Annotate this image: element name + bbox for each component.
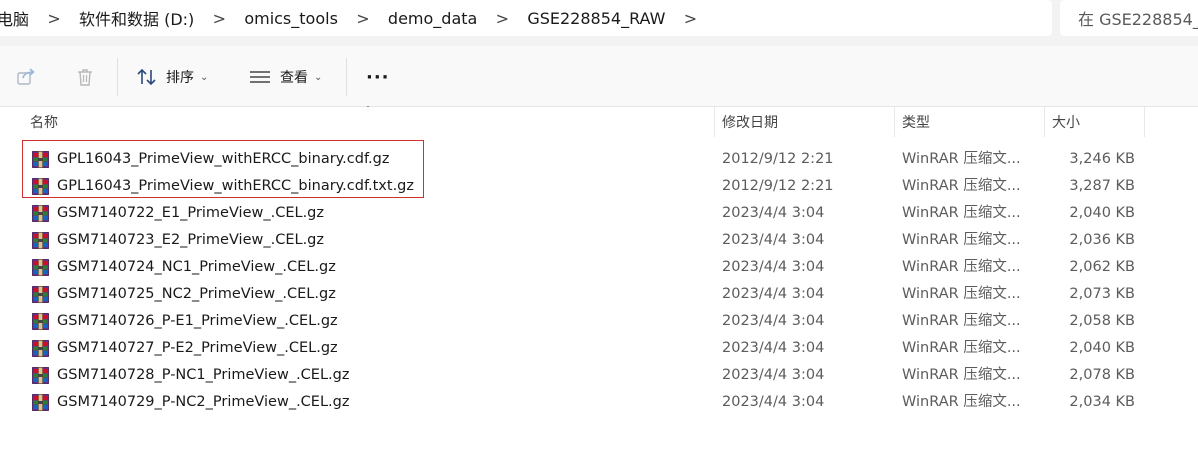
file-list: GPL16043_PrimeView_withERCC_binary.cdf.g…	[0, 146, 1198, 416]
winrar-archive-icon	[32, 151, 49, 168]
view-icon	[249, 69, 271, 85]
file-row[interactable]: GPL16043_PrimeView_withERCC_binary.cdf.g…	[0, 146, 1198, 173]
sort-icon	[136, 67, 158, 87]
file-row[interactable]: GSM7140724_NC1_PrimeView_.CEL.gz 2023/4/4…	[0, 254, 1198, 281]
file-size: 2,058 KB	[1069, 313, 1135, 329]
column-header-size[interactable]: 大小	[1052, 107, 1144, 137]
file-type: WinRAR 压缩文...	[902, 394, 1021, 410]
column-header-type[interactable]: 类型	[902, 107, 1044, 137]
file-name: GPL16043_PrimeView_withERCC_binary.cdf.t…	[57, 178, 414, 194]
file-size: 2,036 KB	[1069, 232, 1135, 248]
file-name: GSM7140727_P-E2_PrimeView_.CEL.gz	[57, 340, 338, 356]
file-size: 2,040 KB	[1069, 340, 1135, 356]
winrar-archive-icon	[32, 259, 49, 276]
file-name: GSM7140725_NC2_PrimeView_.CEL.gz	[57, 286, 336, 302]
winrar-archive-icon	[32, 367, 49, 384]
view-button[interactable]: 查看 ⌄	[249, 64, 322, 90]
chevron-right-icon[interactable]: >	[477, 9, 527, 28]
winrar-archive-icon	[32, 205, 49, 222]
file-size: 2,078 KB	[1069, 367, 1135, 383]
toolbar-divider	[117, 58, 118, 96]
share-icon[interactable]	[15, 66, 37, 88]
file-row[interactable]: GSM7140727_P-E2_PrimeView_.CEL.gz 2023/4/…	[0, 335, 1198, 362]
file-date: 2023/4/4 3:04	[722, 394, 825, 410]
file-row[interactable]: GSM7140729_P-NC2_PrimeView_.CEL.gz 2023/4…	[0, 389, 1198, 416]
winrar-archive-icon	[32, 286, 49, 303]
file-size: 3,246 KB	[1069, 151, 1135, 167]
sort-button[interactable]: 排序 ⌄	[136, 64, 208, 90]
file-date: 2023/4/4 3:04	[722, 205, 825, 221]
breadcrumb-item[interactable]: omics_tools	[244, 9, 338, 28]
toolbar-divider	[346, 58, 347, 96]
file-row[interactable]: GSM7140728_P-NC1_PrimeView_.CEL.gz 2023/4…	[0, 362, 1198, 389]
command-bar: 排序 ⌄ 查看 ⌄ ···	[0, 46, 1198, 107]
file-date: 2023/4/4 3:04	[722, 340, 825, 356]
file-size: 3,287 KB	[1069, 178, 1135, 194]
file-row[interactable]: GSM7140722_E1_PrimeView_.CEL.gz 2023/4/4 …	[0, 200, 1198, 227]
column-divider[interactable]	[714, 107, 715, 137]
column-divider[interactable]	[894, 107, 895, 137]
file-size: 2,034 KB	[1069, 394, 1135, 410]
breadcrumb-item[interactable]: demo_data	[388, 9, 477, 28]
column-header-name[interactable]: 名称	[30, 107, 714, 137]
search-placeholder: 在 GSE228854_RAW 中搜索	[1078, 10, 1198, 29]
file-name: GSM7140728_P-NC1_PrimeView_.CEL.gz	[57, 367, 350, 383]
chevron-right-icon[interactable]: >	[194, 9, 244, 28]
file-name: GSM7140722_E1_PrimeView_.CEL.gz	[57, 205, 324, 221]
column-divider[interactable]	[1044, 107, 1045, 137]
file-type: WinRAR 压缩文...	[902, 151, 1021, 167]
search-input[interactable]: 在 GSE228854_RAW 中搜索	[1060, 0, 1198, 36]
breadcrumb-item[interactable]: 软件和数据 (D:)	[79, 6, 194, 30]
file-date: 2023/4/4 3:04	[722, 259, 825, 275]
file-name: GSM7140726_P-E1_PrimeView_.CEL.gz	[57, 313, 338, 329]
chevron-right-icon[interactable]: >	[338, 9, 388, 28]
file-size: 2,073 KB	[1069, 286, 1135, 302]
sort-label: 排序	[166, 70, 194, 86]
column-header-date[interactable]: 修改日期	[722, 107, 894, 137]
winrar-archive-icon	[32, 232, 49, 249]
file-row[interactable]: GSM7140726_P-E1_PrimeView_.CEL.gz 2023/4/…	[0, 308, 1198, 335]
file-row[interactable]: GSM7140725_NC2_PrimeView_.CEL.gz 2023/4/4…	[0, 281, 1198, 308]
file-size: 2,040 KB	[1069, 205, 1135, 221]
file-type: WinRAR 压缩文...	[902, 232, 1021, 248]
file-type: WinRAR 压缩文...	[902, 340, 1021, 356]
winrar-archive-icon	[32, 340, 49, 357]
trash-icon[interactable]	[74, 66, 96, 88]
file-date: 2012/9/12 2:21	[722, 178, 834, 194]
winrar-archive-icon	[32, 178, 49, 195]
file-type: WinRAR 压缩文...	[902, 205, 1021, 221]
breadcrumb-item[interactable]: 电脑	[0, 6, 29, 30]
view-label: 查看	[280, 70, 308, 86]
file-date: 2012/9/12 2:21	[722, 151, 834, 167]
file-type: WinRAR 压缩文...	[902, 367, 1021, 383]
file-name: GSM7140723_E2_PrimeView_.CEL.gz	[57, 232, 324, 248]
file-date: 2023/4/4 3:04	[722, 232, 825, 248]
breadcrumb-item[interactable]: GSE228854_RAW	[527, 9, 665, 28]
breadcrumb[interactable]: 电脑 > 软件和数据 (D:) > omics_tools > demo_data > GSE2…	[0, 0, 1052, 36]
chevron-down-icon: ⌄	[314, 71, 323, 83]
column-header-row: 名称 修改日期 类型 大小	[0, 107, 1198, 137]
more-icon: ···	[366, 66, 390, 88]
chevron-down-icon: ⌄	[200, 71, 209, 83]
file-date: 2023/4/4 3:04	[722, 313, 825, 329]
file-type: WinRAR 压缩文...	[902, 286, 1021, 302]
file-row[interactable]: GPL16043_PrimeView_withERCC_binary.cdf.t…	[0, 173, 1198, 200]
column-divider[interactable]	[1144, 107, 1145, 137]
file-row[interactable]: GSM7140723_E2_PrimeView_.CEL.gz 2023/4/4 …	[0, 227, 1198, 254]
file-name: GSM7140724_NC1_PrimeView_.CEL.gz	[57, 259, 336, 275]
file-size: 2,062 KB	[1069, 259, 1135, 275]
file-name: GSM7140729_P-NC2_PrimeView_.CEL.gz	[57, 394, 350, 410]
file-name: GPL16043_PrimeView_withERCC_binary.cdf.g…	[57, 151, 390, 167]
chevron-right-icon[interactable]: >	[665, 9, 715, 28]
file-type: WinRAR 压缩文...	[902, 313, 1021, 329]
file-date: 2023/4/4 3:04	[722, 367, 825, 383]
file-type: WinRAR 压缩文...	[902, 178, 1021, 194]
winrar-archive-icon	[32, 313, 49, 330]
more-options-button[interactable]: ···	[366, 64, 390, 90]
chevron-right-icon[interactable]: >	[29, 9, 79, 28]
file-type: WinRAR 压缩文...	[902, 259, 1021, 275]
file-date: 2023/4/4 3:04	[722, 286, 825, 302]
address-bar-area: 电脑 > 软件和数据 (D:) > omics_tools > demo_data > GSE2…	[0, 0, 1198, 46]
winrar-archive-icon	[32, 394, 49, 411]
